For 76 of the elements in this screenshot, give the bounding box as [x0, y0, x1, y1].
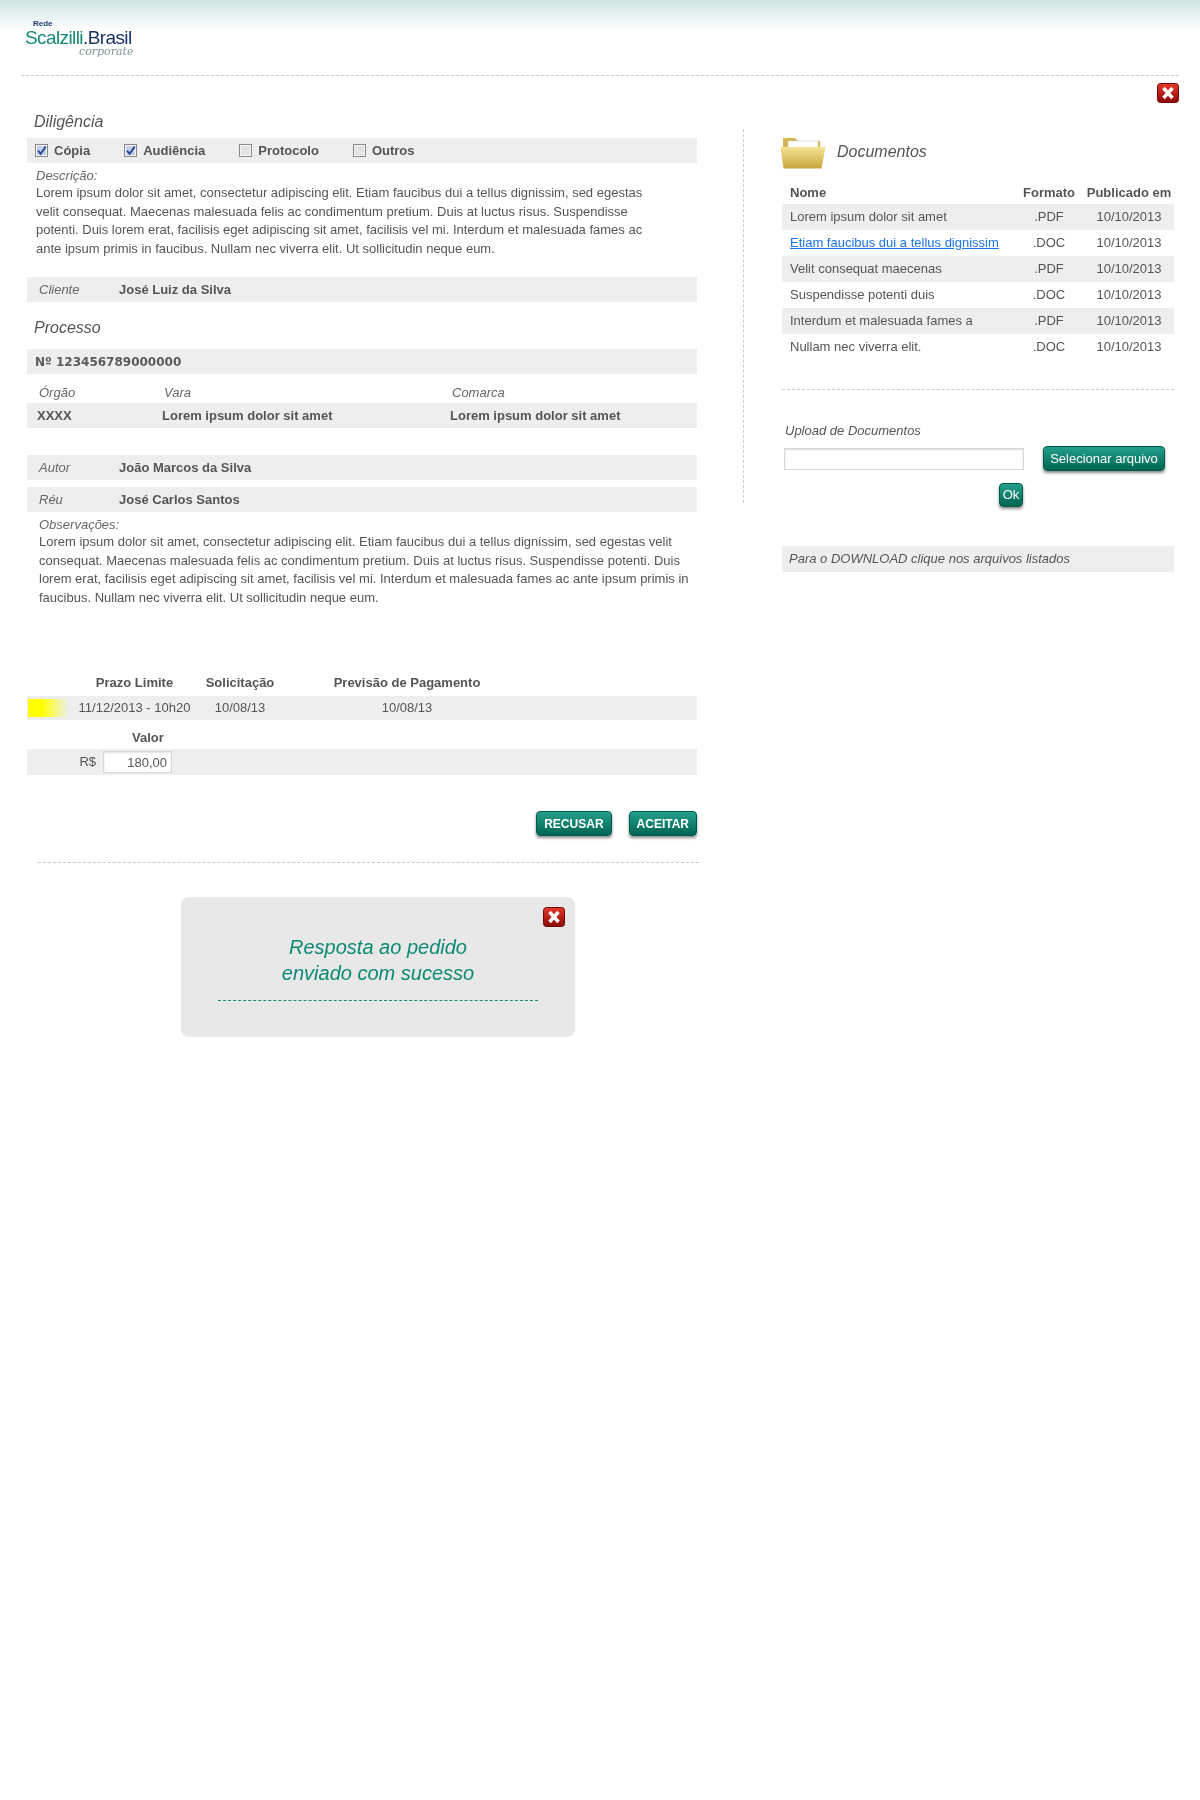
action-button[interactable]: RECUSAR [536, 811, 612, 836]
column-header: Prazo Limite [95, 675, 174, 691]
table-cell-text: .DOC [1032, 338, 1066, 357]
close-button[interactable] [543, 907, 565, 927]
folder-icon [780, 135, 826, 169]
file-link[interactable]: Nullam nec viverra elit. [790, 337, 922, 357]
checkbox-label[interactable]: Cópia [54, 140, 91, 161]
checkbox-label[interactable]: Audiência [143, 140, 206, 161]
column-header: Órgão [39, 385, 76, 401]
section-title: Processo [33, 318, 101, 338]
action-button[interactable]: ACEITAR [628, 811, 697, 836]
column-header: Formato [1023, 185, 1075, 201]
section-title: Diligência [33, 112, 104, 132]
table-cell-text: .PDF [1034, 208, 1064, 227]
description-text: Lorem ipsum dolor sit amet, consectetur adipiscing elit. Etiam faucibus dui a tellus dignissim, sed egestas velit consequat. Maecenas malesuada felis ac condimentum pretium. Duis at luctus risus. Suspendisse potenti. Duis lorem erat, facilisis eget adipiscing sit amet, facilisis vel mi. Interdum et malesuada fames ac ante ipsum primis in faucibus. Nullam nec viverra elit. Ut sollicitudin neque eum. [36, 184, 644, 258]
close-button[interactable] [1157, 83, 1179, 103]
checkbox[interactable] [239, 144, 253, 157]
table-cell-text: 10/10/2013 [1096, 338, 1162, 357]
table-cell-text: 10/10/2013 [1096, 260, 1162, 279]
checkbox[interactable] [352, 144, 366, 157]
table-cell-text: .DOC [1032, 286, 1066, 305]
select-file-button[interactable]: Selecionar arquivo [1043, 446, 1165, 471]
currency-label: R$ [78, 753, 96, 772]
file-link[interactable]: Velit consequat maecenas [790, 259, 942, 279]
logo-text: Rede [33, 19, 53, 28]
table-cell-text: 10/08/13 [214, 699, 266, 718]
table-cell-text: 10/10/2013 [1096, 234, 1162, 253]
file-link[interactable]: Suspendisse potenti duis [790, 285, 935, 305]
field-value: José Luiz da Silva [119, 280, 231, 299]
column-header: Publicado em [1086, 185, 1172, 201]
file-link[interactable]: Etiam faucibus dui a tellus dignissim [790, 233, 999, 253]
download-hint: Para o DOWNLOAD clique nos arquivos listados [789, 550, 1071, 569]
table-cell-text: .DOC [1032, 234, 1066, 253]
field-label: Réu [39, 490, 64, 509]
checkbox[interactable] [35, 144, 48, 157]
file-link[interactable]: Interdum et malesuada fames a [790, 311, 973, 331]
table-cell-text: .PDF [1034, 260, 1064, 279]
table-cell-text: Lorem ipsum dolor sit amet [162, 406, 333, 425]
table-cell-text: 10/10/2013 [1096, 312, 1162, 331]
process-number: Nº 123456789000000 [35, 353, 182, 371]
status-swatch-icon [28, 699, 68, 717]
field-label: Descrição: [35, 168, 98, 184]
logo-text: .Brasil [82, 28, 132, 48]
column-header: Vara [164, 385, 191, 401]
file-path-field[interactable] [784, 447, 1024, 470]
table-cell-text: XXXX [37, 406, 72, 425]
table-cell-text: 10/10/2013 [1096, 286, 1162, 305]
checkbox[interactable] [124, 144, 138, 157]
field-value: João Marcos da Silva [119, 458, 252, 477]
column-header: Solicitação [205, 675, 275, 691]
logo-text: corporate [79, 45, 134, 59]
close-icon [1157, 83, 1179, 103]
field-label: Observações: [38, 517, 120, 533]
column-header: Comarca [452, 385, 505, 401]
table-cell-text: 11/12/2013 - 10h20 [78, 699, 191, 718]
field-label: Upload de Documentos [785, 423, 921, 439]
field-label: Autor [39, 458, 72, 477]
checkbox-label[interactable]: Outros [371, 140, 415, 161]
table-cell-text: 10/10/2013 [1096, 208, 1162, 227]
table-cell-text: Lorem ipsum dolor sit amet [450, 406, 621, 425]
close-icon [543, 907, 565, 927]
ok-button[interactable]: Ok [999, 483, 1023, 507]
field-label: Cliente [39, 280, 81, 299]
column-header: Previsão de Pagamento [333, 675, 481, 691]
logo-text: Scalzilli [25, 28, 83, 48]
observations-text: Lorem ipsum dolor sit amet, consectetur adipiscing elit. Etiam faucibus dui a tellus dignissim, sed egestas velit consequat. Maecenas malesuada felis ac condimentum pretium. Duis at luctus risus. Suspendisse potenti. Duis lorem erat, facilisis eget adipiscing sit amet, facilisis vel mi. Interdum et malesuada fames ac ante ipsum primis in faucibus. Nullam nec viverra elit. Ut sollicitudin neque eum. [39, 533, 690, 607]
column-header: Nome [790, 185, 827, 201]
value-field[interactable]: 180,00 [103, 751, 172, 773]
section-title: Documentos [837, 142, 927, 162]
checkbox-label[interactable]: Protocolo [258, 140, 319, 161]
column-header: Valor [132, 730, 164, 746]
dialog-message: Resposta ao pedido enviado com sucesso [280, 935, 476, 986]
field-value: José Carlos Santos [119, 490, 240, 509]
table-cell-text: 10/08/13 [381, 699, 433, 718]
file-link[interactable]: Lorem ipsum dolor sit amet [790, 207, 947, 227]
table-cell-text: .PDF [1034, 312, 1064, 331]
